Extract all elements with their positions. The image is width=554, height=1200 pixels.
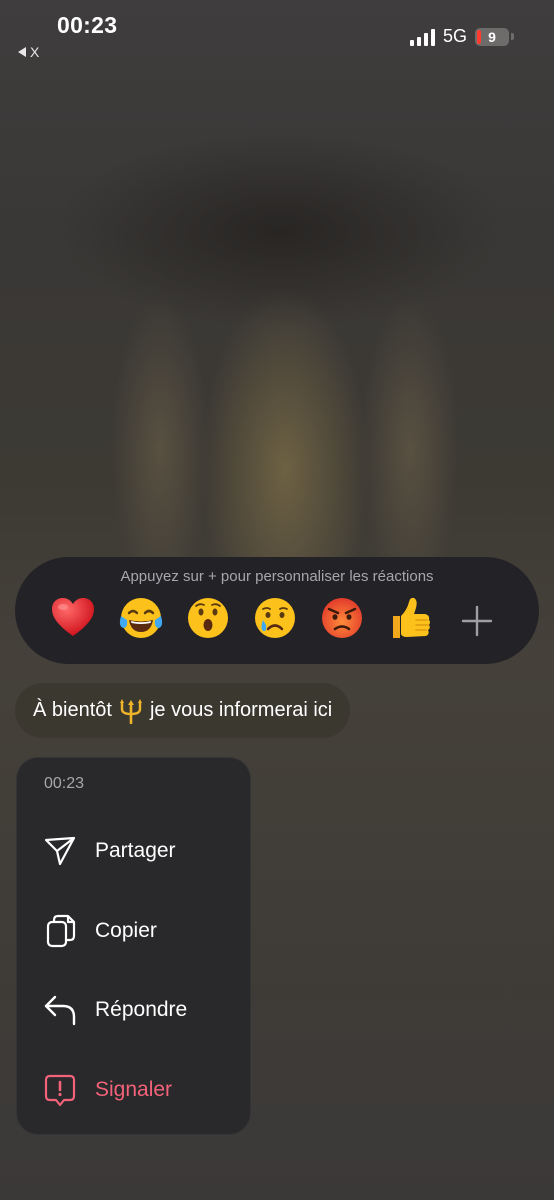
network-type: 5G [442, 26, 467, 46]
message-text-end: je vous informerai ici [149, 699, 333, 721]
back-to-app-link[interactable]: X [18, 44, 39, 60]
status-right: 5G 9 [409, 26, 514, 47]
plus-icon[interactable] [459, 603, 495, 639]
share-label: Partager [95, 839, 176, 862]
reply-menu-item[interactable]: Répondre [17, 980, 250, 1040]
surprised-reaction-icon[interactable] [184, 594, 232, 642]
report-icon [44, 1074, 76, 1107]
crying-reaction-icon[interactable] [251, 594, 299, 642]
status-time: 00:23 [57, 12, 118, 38]
message-bubble[interactable]: À bientôt je vous informerai ici [15, 683, 351, 738]
battery-tip [511, 33, 514, 40]
cellular-signal-icon [409, 28, 435, 46]
copy-menu-item[interactable]: Copier [17, 901, 250, 961]
battery-level: 9 [488, 28, 496, 45]
context-menu: 00:23 Partager Copier Répondre Signaler [16, 757, 251, 1135]
message-text-start: À bientôt [33, 699, 112, 721]
copy-icon [46, 914, 76, 948]
thumbs-up-reaction-icon[interactable] [385, 594, 433, 642]
message-timestamp: 00:23 [44, 775, 85, 792]
share-icon [44, 836, 76, 866]
reaction-hint: Appuyez sur + pour personnaliser les réa… [120, 568, 434, 585]
reply-icon [44, 995, 76, 1026]
back-arrow-icon [18, 47, 26, 57]
copy-label: Copier [95, 919, 157, 942]
report-label: Signaler [95, 1078, 173, 1101]
angry-reaction-icon[interactable] [318, 594, 366, 642]
back-app-label: X [30, 44, 40, 60]
trident-emoji-icon [119, 698, 142, 724]
reply-label: Répondre [95, 998, 188, 1021]
share-menu-item[interactable]: Partager [17, 821, 250, 881]
tears-of-joy-reaction-icon[interactable] [117, 594, 165, 642]
report-menu-item[interactable]: Signaler [17, 1060, 250, 1120]
battery-icon: 9 [475, 27, 509, 46]
heart-reaction-icon[interactable] [49, 594, 97, 642]
